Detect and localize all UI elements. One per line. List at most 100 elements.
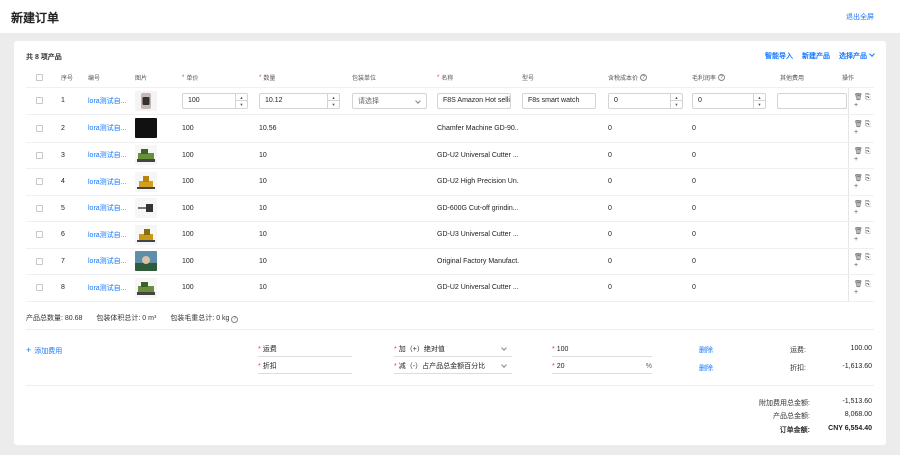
stepper-down-icon[interactable]: ▼: [236, 101, 247, 108]
fee-unit: %: [645, 362, 652, 370]
fee-value: 100: [556, 345, 569, 353]
row-operations[interactable]: 🗑 ⎘ +: [848, 222, 874, 248]
row-operations[interactable]: 🗑 ⎘ +: [848, 142, 874, 168]
product-image[interactable]: [135, 171, 157, 192]
product-image[interactable]: [135, 145, 157, 166]
new-product-button[interactable]: 新建产品: [802, 51, 830, 61]
product-image[interactable]: [135, 251, 157, 272]
row-code-link[interactable]: lora测试自...: [88, 88, 127, 114]
col-unit-price: * 单价: [182, 74, 199, 83]
row-unit-price: 100: [182, 284, 194, 292]
col-other-cost: 其他费用: [780, 76, 805, 82]
row-cost-price: 0: [608, 257, 612, 265]
row-checkbox[interactable]: [36, 204, 43, 212]
margin-value: 0: [698, 97, 702, 105]
fee-type-value: 加（+）绝对值: [398, 346, 445, 353]
row-checkbox[interactable]: [36, 178, 43, 186]
help-icon[interactable]: ?: [231, 315, 239, 323]
row-name: GD-U2 Universal Cutter ...: [437, 284, 519, 292]
row-code-link[interactable]: lora测试自...: [88, 169, 127, 195]
row-checkbox[interactable]: [36, 97, 43, 105]
quantity-input[interactable]: 10.12 ▲ ▼: [259, 92, 340, 109]
row-operations[interactable]: 🗑 ⎘ +: [848, 248, 874, 274]
add-fee-button[interactable]: + 添加费用: [26, 345, 62, 356]
stepper-up-icon[interactable]: ▲: [671, 94, 682, 102]
stepper-up-icon[interactable]: ▲: [328, 94, 339, 102]
row-code-link[interactable]: lora测试自...: [88, 249, 127, 275]
row-operations[interactable]: 🗑 ⎘ +: [848, 88, 874, 114]
row-operations[interactable]: 🗑 ⎘ +: [848, 275, 874, 301]
margin-input[interactable]: 0 ▲ ▼: [692, 92, 766, 109]
name-input[interactable]: F8S Amazon Hot selli: [437, 92, 511, 109]
row-checkbox-cell: [36, 88, 43, 114]
col-pack-unit: 包装单位: [352, 76, 377, 82]
row-checkbox[interactable]: [36, 151, 43, 159]
stepper-down-icon[interactable]: ▼: [754, 101, 765, 108]
row-checkbox[interactable]: [36, 231, 43, 239]
product-image[interactable]: [135, 224, 157, 245]
quantity-stepper[interactable]: ▲ ▼: [327, 93, 339, 108]
product-image[interactable]: [135, 198, 157, 219]
fee-type-select[interactable]: * 减（-）占产品总金额百分比: [394, 359, 512, 374]
stepper-down-icon[interactable]: ▼: [671, 101, 682, 108]
row-code-link[interactable]: lora测试自...: [88, 115, 127, 142]
help-icon[interactable]: ?: [640, 74, 648, 81]
model-input[interactable]: F8s smart watch: [522, 92, 596, 109]
unit-price-stepper[interactable]: ▲ ▼: [235, 93, 247, 108]
select-product-button[interactable]: 选择产品: [839, 51, 875, 61]
select-product-label: 选择产品: [839, 53, 867, 60]
help-icon[interactable]: ?: [718, 74, 726, 81]
row-name: Chamfer Machine GD-90...: [437, 124, 519, 132]
row-operations[interactable]: 🗑 ⎘ +: [848, 114, 874, 142]
product-image[interactable]: [135, 277, 157, 298]
page-title: 新建订单: [11, 11, 60, 25]
col-margin-label: 毛利润率: [692, 76, 717, 82]
product-image[interactable]: [135, 90, 157, 111]
row-operations[interactable]: 🗑 ⎘ +: [848, 195, 874, 221]
delete-fee-button[interactable]: 删除: [699, 345, 713, 355]
row-checkbox[interactable]: [36, 124, 43, 132]
order-total-label: 订单金额:: [779, 427, 810, 434]
table-row: 5 lora测试自... 100 10 GD-600G Cut-off grindin.…: [26, 195, 874, 222]
row-code-link[interactable]: lora测试自...: [88, 275, 127, 301]
smart-import-button[interactable]: 智能导入: [765, 51, 793, 61]
unit-price-input[interactable]: 100 ▲ ▼: [182, 92, 248, 109]
fee-amount: -1,613.60: [842, 363, 872, 370]
row-image-cell: [135, 115, 157, 142]
stepper-up-icon[interactable]: ▲: [236, 94, 247, 102]
margin-stepper[interactable]: ▲ ▼: [753, 93, 765, 108]
row-code-link[interactable]: lora测试自...: [88, 196, 127, 222]
select-all-checkbox[interactable]: [36, 74, 43, 81]
row-code-link[interactable]: lora测试自...: [88, 222, 127, 248]
chevron-down-icon: [869, 51, 875, 57]
col-cost-price-label: 含税成本价: [608, 76, 639, 82]
row-checkbox[interactable]: [36, 284, 43, 292]
stepper-down-icon[interactable]: ▼: [328, 101, 339, 108]
order-card: 共 8 项产品 智能导入 新建产品 选择产品 序号 编号 图片 * 单价 * 数量 …: [14, 41, 886, 445]
fee-name-input[interactable]: * 运费: [258, 342, 352, 357]
fee-value-input[interactable]: * 100: [552, 342, 652, 357]
fee-name-input[interactable]: * 折扣: [258, 359, 352, 374]
product-image[interactable]: [135, 118, 157, 138]
exit-fullscreen-link[interactable]: 退出全屏: [846, 12, 874, 22]
cost-price-stepper[interactable]: ▲ ▼: [670, 93, 682, 108]
total-weight: 包装毛重总计: 0 kg?: [170, 313, 239, 323]
delete-fee-button[interactable]: 删除: [699, 363, 713, 373]
row-operations[interactable]: 🗑 ⎘ +: [848, 169, 874, 195]
total-weight-text: 包装毛重总计: 0 kg: [170, 315, 230, 322]
model-value: F8s smart watch: [528, 97, 580, 105]
stepper-up-icon[interactable]: ▲: [754, 94, 765, 102]
row-unit-price: 100: [182, 204, 194, 212]
cost-price-input[interactable]: 0 ▲ ▼: [608, 92, 683, 109]
divider: [26, 329, 874, 330]
other-cost-input[interactable]: [777, 92, 847, 109]
fee-type-select[interactable]: * 加（+）绝对值: [394, 342, 512, 357]
row-name: Original Factory Manufact...: [437, 257, 519, 265]
add-fee-label: 添加费用: [34, 348, 63, 355]
col-margin: 毛利润率?: [692, 68, 726, 87]
row-checkbox[interactable]: [36, 257, 43, 265]
top-bar: 新建订单 退出全屏: [0, 0, 900, 33]
row-code-link[interactable]: lora测试自...: [88, 143, 127, 169]
pack-unit-select[interactable]: 请选择: [352, 92, 427, 109]
fee-value-input[interactable]: * 20%: [552, 359, 652, 374]
